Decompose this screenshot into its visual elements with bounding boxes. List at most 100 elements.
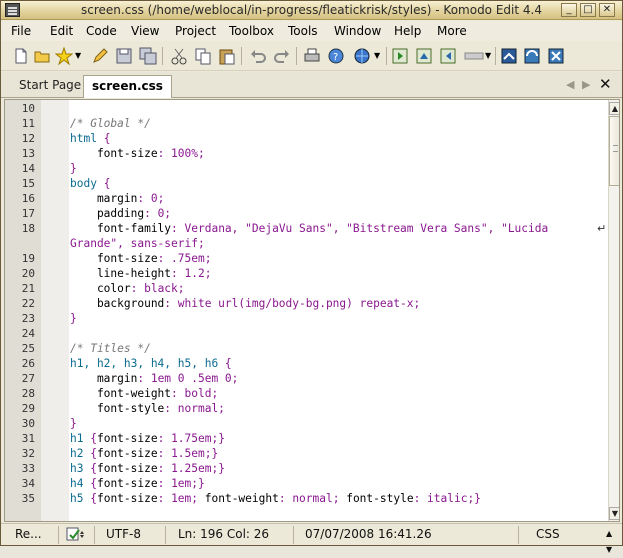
- code-text: background: white url(img/body-bg.png) r…: [70, 296, 420, 311]
- new-file-icon[interactable]: [12, 47, 30, 65]
- code-line[interactable]: 11 /* Global */: [5, 116, 605, 131]
- code-text: margin: 0;: [70, 191, 164, 206]
- tab-next-icon[interactable]: ▶: [582, 78, 590, 91]
- code-token: font-size: [96, 492, 158, 505]
- browser-icon[interactable]: [353, 47, 371, 65]
- tab-prev-icon[interactable]: ◀: [566, 78, 574, 91]
- code-line[interactable]: 21 color: black;: [5, 281, 605, 296]
- code-line[interactable]: 14}: [5, 161, 605, 176]
- code-line[interactable]: 17 padding: 0;: [5, 206, 605, 221]
- code-token: h1: [70, 432, 91, 445]
- copy-icon[interactable]: [194, 47, 212, 65]
- code-line[interactable]: 10: [5, 101, 605, 116]
- code-line[interactable]: 34 h4 {font-size: 1em;}: [5, 476, 605, 491]
- svg-text:?: ?: [333, 52, 338, 63]
- code-token: : white url(img/body-bg.png) repeat-x;: [164, 297, 421, 310]
- menu-help[interactable]: Help: [394, 24, 421, 38]
- code-token: font-size: [96, 447, 158, 460]
- code-line[interactable]: 22 background: white url(img/body-bg.png…: [5, 296, 605, 311]
- code-line[interactable]: 16 margin: 0;: [5, 191, 605, 206]
- notifications-status[interactable]: Re...: [9, 526, 59, 544]
- paste-icon[interactable]: [218, 47, 236, 65]
- code-line[interactable]: Grande", sans-serif;: [5, 236, 605, 251]
- line-number: 29: [21, 402, 35, 415]
- code-token: {: [90, 492, 97, 505]
- menu-window[interactable]: Window: [334, 24, 381, 38]
- menu-edit[interactable]: Edit: [50, 24, 73, 38]
- syntax-check-icon[interactable]: [59, 526, 95, 544]
- code-text: h1, h2, h3, h4, h5, h6 {: [70, 356, 232, 371]
- save-all-icon[interactable]: [139, 47, 157, 65]
- line-number: 32: [21, 447, 35, 460]
- code-line[interactable]: 20 line-height: 1.2;: [5, 266, 605, 281]
- code-token: : .75em;: [157, 252, 212, 265]
- pencil-icon[interactable]: [91, 47, 109, 65]
- code-line[interactable]: 33 h3 {font-size: 1.25em;}: [5, 461, 605, 476]
- scroll-down-icon[interactable]: ▼: [609, 507, 619, 520]
- macro-icon[interactable]: [415, 47, 433, 65]
- line-number: 23: [21, 312, 35, 325]
- code-line[interactable]: 23}: [5, 311, 605, 326]
- code-line[interactable]: 35 h5 {font-size: 1em; font-weight: norma…: [5, 491, 605, 506]
- minimize-button[interactable]: _: [561, 3, 577, 17]
- code-line[interactable]: 31 h1 {font-size: 1.75em;}: [5, 431, 605, 446]
- source-control-icon[interactable]: [500, 47, 518, 65]
- code-line[interactable]: 28 font-weight: bold;: [5, 386, 605, 401]
- tab-start-page[interactable]: Start Page: [11, 75, 89, 97]
- line-number: 33: [21, 462, 35, 475]
- code-token: : 1.2;: [171, 267, 212, 280]
- forward-icon[interactable]: [463, 47, 485, 65]
- favorites-dropdown-icon[interactable]: ▼: [75, 51, 83, 69]
- code-line[interactable]: 15 body {: [5, 176, 605, 191]
- code-line[interactable]: 29 font-style: normal;: [5, 401, 605, 416]
- run-icon[interactable]: [391, 47, 409, 65]
- code-line[interactable]: 19 font-size: .75em;: [5, 251, 605, 266]
- code-lines: 10 11/* Global */12 html {13 font-size: 10…: [5, 100, 605, 506]
- code-token: {: [103, 132, 111, 145]
- menu-project[interactable]: Project: [175, 24, 216, 38]
- close-window-button[interactable]: ✕: [599, 3, 615, 17]
- scroll-up-icon[interactable]: ▲: [609, 102, 619, 115]
- code-line[interactable]: 13 font-size: 100%;: [5, 146, 605, 161]
- toolbox-icon[interactable]: [547, 47, 565, 65]
- language-dropdown-icon[interactable]: ▲ ▼: [606, 526, 612, 558]
- cut-icon[interactable]: [170, 47, 188, 65]
- code-line[interactable]: 12 html {: [5, 131, 605, 146]
- code-line[interactable]: 25 /* Titles */: [5, 341, 605, 356]
- menu-more[interactable]: More: [437, 24, 467, 38]
- encoding-status[interactable]: UTF-8: [100, 526, 166, 544]
- back-icon[interactable]: [439, 47, 457, 65]
- code-line[interactable]: 18 font-family: Verdana, "DejaVu Sans", …: [5, 221, 605, 236]
- tab-screen-css[interactable]: screen.css: [83, 75, 172, 98]
- menu-code[interactable]: Code: [86, 24, 117, 38]
- code-token: : normal;: [164, 402, 225, 415]
- code-line[interactable]: 26 h1, h2, h3, h4, h5, h6 {: [5, 356, 605, 371]
- vertical-scrollbar[interactable]: ▲ ▼: [608, 100, 619, 521]
- save-icon[interactable]: [115, 47, 133, 65]
- code-line[interactable]: 32 h2 {font-size: 1.5em;}: [5, 446, 605, 461]
- menu-file[interactable]: File: [11, 24, 31, 38]
- code-token: font-size: [96, 477, 158, 490]
- language-select[interactable]: CSS ▲ ▼: [530, 526, 618, 554]
- open-folder-icon[interactable]: [33, 47, 51, 65]
- main-toolbar: ▼ ? ▼ ▼: [1, 41, 622, 71]
- menu-view[interactable]: View: [131, 24, 159, 38]
- print-icon[interactable]: [303, 47, 321, 65]
- browser-dropdown-icon[interactable]: ▼: [374, 51, 382, 69]
- scroll-thumb[interactable]: [609, 116, 619, 186]
- maximize-button[interactable]: □: [580, 3, 596, 17]
- menu-tools[interactable]: Tools: [288, 24, 318, 38]
- close-tab-icon[interactable]: ✕: [599, 75, 612, 93]
- undo-icon[interactable]: [249, 47, 267, 65]
- forward-dropdown-icon[interactable]: ▼: [485, 51, 493, 69]
- help-icon[interactable]: ?: [327, 47, 345, 65]
- favorites-star-icon[interactable]: [55, 47, 73, 65]
- title-bar[interactable]: screen.css (/home/weblocal/in-progress/f…: [1, 1, 622, 20]
- redo-icon[interactable]: [273, 47, 291, 65]
- menu-toolbox[interactable]: Toolbox: [229, 24, 274, 38]
- code-line[interactable]: 30}: [5, 416, 605, 431]
- komodo-icon[interactable]: [523, 47, 541, 65]
- code-editor[interactable]: 10 11/* Global */12 html {13 font-size: 10…: [4, 99, 620, 522]
- code-line[interactable]: 27 margin: 1em 0 .5em 0;: [5, 371, 605, 386]
- code-line[interactable]: 24: [5, 326, 605, 341]
